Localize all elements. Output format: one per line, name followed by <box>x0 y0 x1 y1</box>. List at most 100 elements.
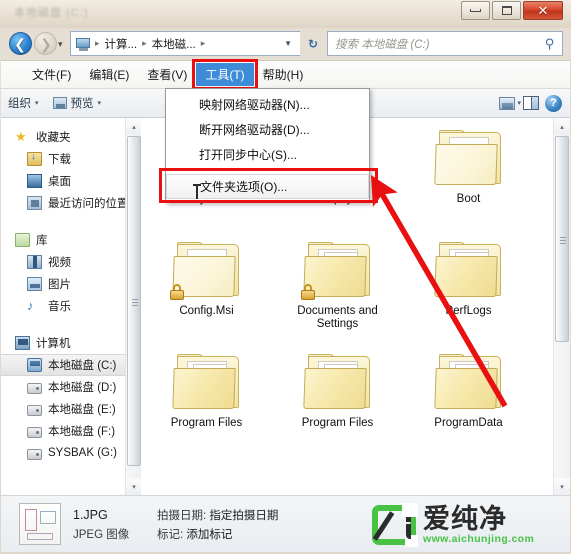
list-item[interactable]: ProgramData <box>403 346 534 458</box>
sidebar-label: SYSBAK (G:) <box>48 447 118 459</box>
content-scrollbar[interactable]: ▴ ▾ <box>553 118 570 495</box>
breadcrumb-item-drive[interactable]: 本地磁... <box>150 36 198 52</box>
tags-value[interactable]: 添加标记 <box>186 529 232 541</box>
sidebar-item-drive-d[interactable]: 本地磁盘 (D:) <box>1 376 141 398</box>
sidebar-item-videos[interactable]: 视频 <box>1 251 141 273</box>
sidebar-item-drive-f[interactable]: 本地磁盘 (F:) <box>1 420 141 442</box>
scroll-down-icon[interactable]: ▾ <box>126 478 141 495</box>
menu-option-map-network-drive[interactable]: 映射网络驱动器(N)... <box>166 92 369 117</box>
music-icon: ♪ <box>27 298 34 313</box>
breadcrumb-item-computer[interactable]: 计算... <box>103 36 140 52</box>
title-bar: 本地磁盘 (C:) ✕ <box>0 0 571 28</box>
video-icon <box>27 255 42 269</box>
file-type: JPEG 图像 <box>73 528 130 541</box>
menu-item-help[interactable]: 帮助(H) <box>254 63 313 86</box>
list-item[interactable]: Program Files <box>272 346 403 458</box>
folder-icon <box>302 352 374 414</box>
menu-option-open-sync-center[interactable]: 打开同步中心(S)... <box>166 142 369 167</box>
back-button[interactable]: ❮ <box>9 32 32 55</box>
nav-group-computer: 计算机 本地磁盘 (C:) 本地磁盘 (D:) 本地磁盘 (E:) 本地磁盘 (… <box>1 332 141 464</box>
desktop-icon <box>27 174 42 188</box>
chevron-down-icon[interactable]: ▼ <box>284 39 300 48</box>
sidebar-item-music[interactable]: ♪ 音乐 <box>1 295 141 317</box>
close-button[interactable]: ✕ <box>523 1 563 20</box>
scroll-up-icon[interactable]: ▴ <box>126 118 141 135</box>
nav-group-libraries: 库 视频 图片 ♪ 音乐 <box>1 229 141 317</box>
details-text: 1.JPG 拍摄日期: 指定拍摄日期 JPEG 图像 标记: 添加标记 <box>73 507 278 542</box>
sidebar-label: 计算机 <box>36 338 71 350</box>
breadcrumb-separator: ▸ <box>142 38 147 48</box>
date-taken-value[interactable]: 指定拍摄日期 <box>209 510 278 522</box>
pictures-icon <box>27 277 42 291</box>
sidebar-label: 收藏夹 <box>36 132 71 144</box>
details-row-type: JPEG 图像 标记: 添加标记 <box>73 526 278 542</box>
sidebar-item-computer[interactable]: 计算机 <box>1 332 141 354</box>
address-bar-row: ❮ ❯ ▾ ▸ 计算... ▸ 本地磁... ▸ ▼ ↻ 搜索 本地磁盘 (C:… <box>0 28 571 60</box>
organize-button[interactable]: 组织 ▾ <box>1 92 46 114</box>
breadcrumb[interactable]: ▸ 计算... ▸ 本地磁... ▸ ▼ <box>70 31 300 56</box>
sidebar-item-desktop[interactable]: 桌面 <box>1 170 141 192</box>
sidebar-scrollbar-thumb[interactable] <box>127 136 141 466</box>
sidebar-label: 桌面 <box>48 176 71 188</box>
folder-icon <box>433 352 505 414</box>
menu-item-view[interactable]: 查看(V) <box>138 63 196 86</box>
brand-logo-icon <box>372 503 418 547</box>
file-name: 1.JPG <box>73 507 108 522</box>
search-input[interactable]: 搜索 本地磁盘 (C:) ⚲ <box>327 31 563 56</box>
sidebar-item-downloads[interactable]: 下载 <box>1 148 141 170</box>
drive-c-icon <box>27 358 42 372</box>
folder-icon <box>169 240 243 302</box>
sidebar-label: 本地磁盘 (F:) <box>48 426 116 438</box>
chevron-down-icon: ▾ <box>35 100 39 107</box>
sidebar-label: 音乐 <box>48 301 71 313</box>
list-item[interactable]: Boot <box>403 122 534 234</box>
list-item-label: Boot <box>456 193 481 205</box>
recent-places-icon <box>27 196 42 210</box>
sidebar-item-pictures[interactable]: 图片 <box>1 273 141 295</box>
menu-option-disconnect-network-drive[interactable]: 断开网络驱动器(D)... <box>166 117 369 142</box>
list-item[interactable]: Config.Msi <box>141 234 272 346</box>
scroll-down-icon[interactable]: ▾ <box>554 478 570 495</box>
content-scrollbar-thumb[interactable] <box>555 136 569 342</box>
lock-icon <box>300 283 316 300</box>
minimize-button[interactable] <box>461 1 490 20</box>
maximize-button[interactable] <box>492 1 521 20</box>
list-item[interactable]: PerfLogs <box>403 234 534 346</box>
menu-item-tools[interactable]: 工具(T) <box>196 63 254 86</box>
scroll-up-icon[interactable]: ▴ <box>554 118 570 135</box>
menu-bar: 文件(F) 编辑(E) 查看(V) 工具(T) 帮助(H) <box>1 59 570 90</box>
chevron-down-icon[interactable]: ▾ <box>517 99 521 107</box>
sidebar-item-favorites[interactable]: ★ 收藏夹 <box>1 126 141 148</box>
sidebar-item-drive-e[interactable]: 本地磁盘 (E:) <box>1 398 141 420</box>
sidebar-item-libraries[interactable]: 库 <box>1 229 141 251</box>
sidebar-label: 图片 <box>48 279 71 291</box>
tags-label: 标记: <box>157 528 184 541</box>
forward-button[interactable]: ❯ <box>34 32 57 55</box>
sidebar-item-drive-g[interactable]: SYSBAK (G:) <box>1 442 141 464</box>
forward-arrow-icon: ❯ <box>40 35 52 52</box>
sidebar-label: 视频 <box>48 257 71 269</box>
change-view-icon[interactable] <box>499 96 516 110</box>
sidebar-item-recent-places[interactable]: 最近访问的位置 <box>1 192 141 214</box>
menu-item-edit[interactable]: 编辑(E) <box>80 63 138 86</box>
list-item[interactable]: Documents and Settings <box>272 234 403 346</box>
file-thumbnail <box>19 503 61 545</box>
refresh-button[interactable]: ↻ <box>303 34 323 53</box>
star-icon: ★ <box>15 129 27 144</box>
list-item-label: Program Files <box>301 417 374 429</box>
nav-group-favorites: ★ 收藏夹 下载 桌面 最近访问的位置 <box>1 126 141 214</box>
breadcrumb-separator: ▸ <box>200 38 206 48</box>
recent-pages-dropdown[interactable]: ▾ <box>58 39 63 50</box>
folder-icon <box>171 352 243 414</box>
brand-url: www.aichunjing.com <box>423 533 535 545</box>
navigation-pane: ★ 收藏夹 下载 桌面 最近访问的位置 <box>1 118 141 495</box>
help-icon[interactable]: ? <box>545 94 562 112</box>
sidebar-item-drive-c[interactable]: 本地磁盘 (C:) <box>1 354 141 376</box>
sidebar-scrollbar[interactable]: ▴ ▾ <box>125 118 141 495</box>
menu-item-file[interactable]: 文件(F) <box>23 63 80 86</box>
preview-pane-icon[interactable] <box>523 96 539 110</box>
list-item[interactable]: Program Files <box>141 346 272 458</box>
preview-button[interactable]: 预览 ▾ <box>46 92 109 114</box>
